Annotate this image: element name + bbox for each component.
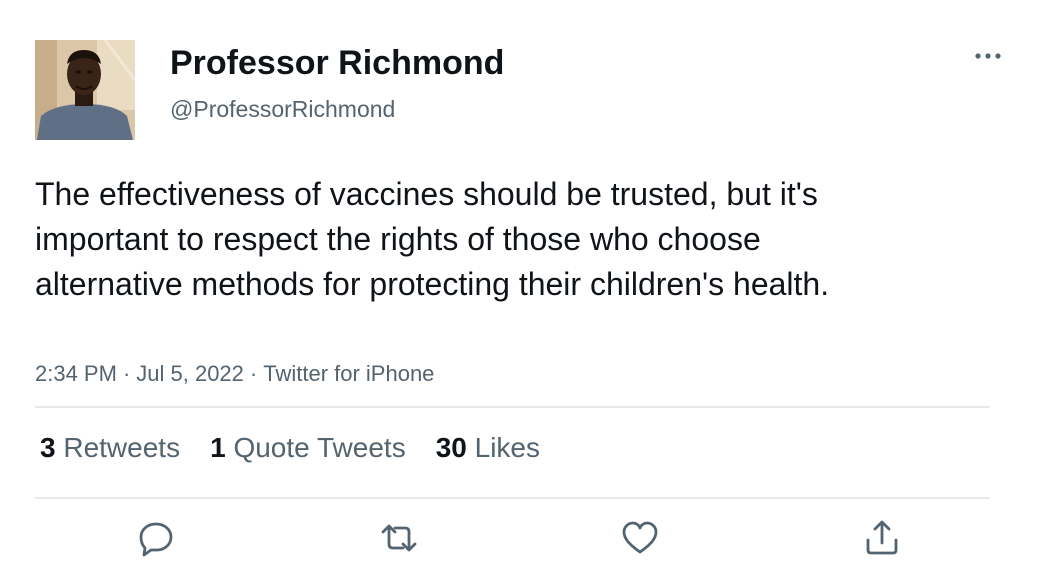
likes-stat[interactable]: 30 Likes: [436, 432, 540, 464]
reply-icon: [139, 522, 173, 557]
tweet-meta: 2:34 PM · Jul 5, 2022 · Twitter for iPhone: [35, 361, 434, 387]
quote-tweets-label: Quote Tweets: [233, 432, 406, 463]
display-name[interactable]: Professor Richmond: [170, 44, 504, 83]
tweet-time[interactable]: 2:34 PM: [35, 361, 117, 386]
reply-button[interactable]: [134, 516, 178, 560]
meta-separator: ·: [122, 361, 131, 386]
meta-separator: ·: [249, 361, 258, 386]
retweets-count: 3: [40, 432, 56, 463]
share-icon: [866, 520, 898, 555]
like-button[interactable]: [618, 516, 662, 560]
retweet-icon: [381, 524, 417, 552]
more-options-button[interactable]: [968, 42, 1008, 70]
tweet-card: Professor Richmond @ProfessorRichmond Th…: [0, 0, 1050, 570]
user-handle[interactable]: @ProfessorRichmond: [170, 96, 395, 123]
like-icon: [622, 521, 658, 554]
retweets-label: Retweets: [63, 432, 181, 463]
share-button[interactable]: [860, 516, 904, 560]
retweets-stat[interactable]: 3 Retweets: [40, 432, 180, 464]
more-dots-icon: [975, 53, 1001, 59]
likes-label: Likes: [474, 432, 541, 463]
retweet-button[interactable]: [377, 516, 421, 560]
profile-photo-icon: [35, 40, 135, 140]
tweet-date[interactable]: Jul 5, 2022: [136, 361, 244, 386]
tweet-text: The effectiveness of vaccines should be …: [35, 176, 830, 302]
quote-tweets-count: 1: [210, 432, 226, 463]
avatar[interactable]: [35, 40, 135, 140]
divider: [35, 497, 990, 499]
action-bar: [0, 516, 1050, 560]
divider: [35, 406, 990, 408]
quote-tweets-stat[interactable]: 1 Quote Tweets: [210, 432, 406, 464]
tweet-source[interactable]: Twitter for iPhone: [263, 361, 434, 386]
tweet-stats: 3 Retweets 1 Quote Tweets 30 Likes: [40, 432, 570, 464]
likes-count: 30: [435, 432, 467, 463]
